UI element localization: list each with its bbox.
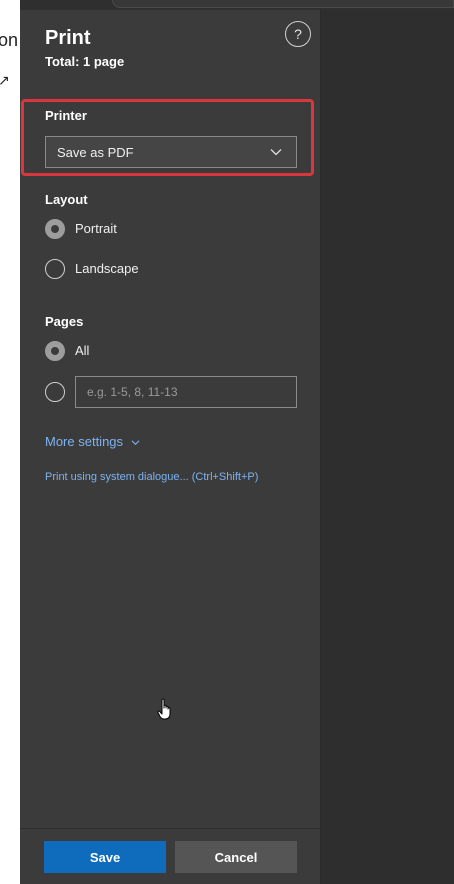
pages-label: Pages xyxy=(45,314,84,329)
save-button[interactable]: Save xyxy=(44,841,166,873)
layout-option-landscape[interactable]: Landscape xyxy=(45,259,165,281)
page-count: Total: 1 page xyxy=(45,54,125,69)
more-settings-link[interactable]: More settings xyxy=(45,434,140,449)
help-button[interactable]: ? xyxy=(285,21,311,47)
dialog-footer: Save Cancel xyxy=(20,828,320,884)
background-page-text: on xyxy=(0,30,19,50)
portrait-radio[interactable] xyxy=(45,219,65,239)
print-preview-area xyxy=(321,10,454,884)
custom-pages-input[interactable] xyxy=(75,376,297,408)
background-page-mark: ↗ xyxy=(0,72,10,88)
address-bar-edge xyxy=(112,0,454,8)
printer-label: Printer xyxy=(45,108,87,123)
all-pages-radio[interactable] xyxy=(45,341,65,361)
chevron-down-icon xyxy=(131,440,140,446)
all-pages-label: All xyxy=(75,343,90,358)
cancel-button[interactable]: Cancel xyxy=(175,841,297,873)
question-icon: ? xyxy=(294,26,302,42)
printer-select[interactable]: Save as PDF xyxy=(45,136,297,168)
landscape-radio[interactable] xyxy=(45,259,65,279)
system-dialog-link[interactable]: Print using system dialogue... (Ctrl+Shi… xyxy=(45,471,258,483)
screen: on ↗ Print Total: 1 page ? Printer Save … xyxy=(0,0,454,884)
background-page: on ↗ xyxy=(0,0,20,884)
hand-pointer-icon xyxy=(157,698,171,720)
more-settings-label: More settings xyxy=(45,434,124,449)
layout-option-portrait[interactable]: Portrait xyxy=(45,219,165,241)
dialog-title: Print xyxy=(45,27,91,49)
pages-option-all[interactable]: All xyxy=(45,341,165,363)
landscape-label: Landscape xyxy=(75,261,139,276)
print-dialog: Print Total: 1 page ? Printer Save as PD… xyxy=(20,10,321,884)
pages-option-custom[interactable] xyxy=(45,382,67,404)
browser-top-strip xyxy=(20,0,454,10)
layout-label: Layout xyxy=(45,192,88,207)
printer-select-value: Save as PDF xyxy=(57,145,134,160)
custom-pages-radio[interactable] xyxy=(45,382,65,402)
chevron-down-icon xyxy=(270,149,282,156)
portrait-label: Portrait xyxy=(75,221,117,236)
